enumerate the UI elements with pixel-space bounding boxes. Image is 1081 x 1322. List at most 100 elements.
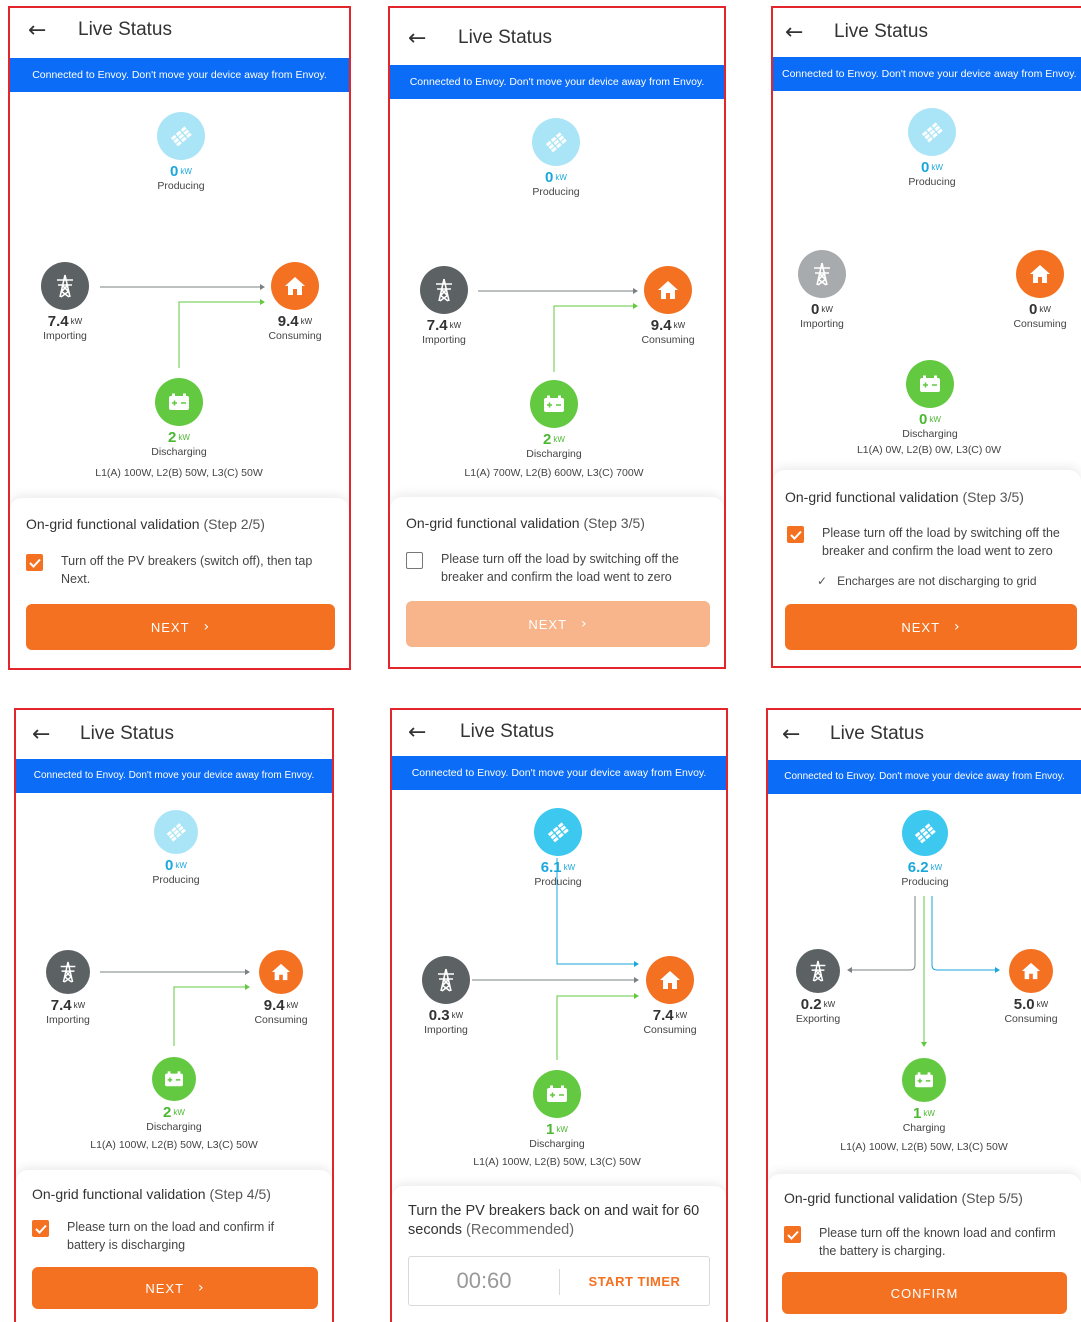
home-node: 9.4 kW Consuming	[608, 266, 724, 347]
card-title: On-grid functional validation (Step 3/5)	[406, 515, 645, 531]
home-icon	[1016, 250, 1064, 298]
grid-node: 0.3 kW Importing	[392, 956, 506, 1037]
home-value: 9.4 kW	[277, 313, 313, 330]
validation-card: On-grid functional validation (Step 4/5)…	[16, 1170, 332, 1322]
home-value: 0 kW	[1029, 301, 1051, 318]
producing-value: 0 kW	[165, 857, 187, 874]
producing-value: 6.2 kW	[907, 859, 943, 876]
next-button[interactable]: NEXT ›	[26, 604, 335, 650]
next-button-disabled[interactable]: NEXT ›	[406, 601, 710, 647]
battery-icon	[906, 360, 954, 408]
phase-readout: L1(A) 700W, L2(B) 600W, L3(C) 700W	[464, 467, 644, 479]
producing-value: 6.1 kW	[540, 859, 576, 876]
solar-panel-icon	[902, 810, 948, 856]
checkbox-unchecked-icon[interactable]	[406, 552, 423, 569]
phase-readout: L1(A) 100W, L2(B) 50W, L3(C) 50W	[473, 1156, 641, 1168]
back-arrow-icon[interactable]: ←	[408, 28, 426, 50]
start-timer-button[interactable]: START TIMER	[560, 1274, 709, 1289]
battery-node: 1 kW Charging	[864, 1058, 984, 1135]
home-value: 5.0 kW	[1013, 996, 1049, 1013]
power-tower-icon	[420, 266, 468, 314]
battery-value: 1 kW	[913, 1105, 935, 1122]
battery-node: 2 kW Discharging	[494, 380, 614, 461]
next-button[interactable]: NEXT ›	[785, 604, 1077, 650]
home-icon	[259, 950, 303, 994]
solar-panel-icon	[534, 808, 582, 856]
validation-card: On-grid functional validation (Step 5/5)…	[768, 1174, 1081, 1322]
timer-card: Turn the PV breakers back on and wait fo…	[392, 1186, 726, 1322]
grid-node: 7.4 kW Importing	[390, 266, 504, 347]
back-arrow-icon[interactable]: ←	[28, 20, 46, 42]
solar-panel-icon	[532, 118, 580, 166]
timer-value: 00:60	[456, 1268, 512, 1293]
page-title: Live Status	[78, 19, 172, 40]
connection-banner: Connected to Envoy. Don't move your devi…	[773, 57, 1081, 91]
checkbox-checked-icon[interactable]	[32, 1220, 49, 1237]
check-row[interactable]: Please turn off the load by switching of…	[787, 524, 1069, 560]
check-row[interactable]: Please turn on the load and confirm if b…	[32, 1218, 314, 1254]
card-heading: Turn the PV breakers back on and wait fo…	[408, 1203, 700, 1238]
home-label: Consuming	[268, 330, 322, 342]
home-node: 5.0 kW Consuming	[971, 949, 1081, 1026]
home-node: 9.4 kW Consuming	[221, 950, 332, 1027]
grid-label: Importing	[43, 330, 87, 342]
chevron-right-icon: ›	[198, 1280, 205, 1296]
checkbox-checked-icon[interactable]	[784, 1226, 801, 1243]
app-bar: ← Live Status	[10, 8, 349, 56]
battery-node: 2 kW Discharging	[114, 1057, 234, 1134]
home-node: 0 kW Consuming	[980, 250, 1081, 331]
checkbox-checked-icon[interactable]	[26, 554, 43, 571]
producing-label: Producing	[532, 186, 580, 198]
grid-node: 7.4 kW Importing	[16, 950, 128, 1027]
page-title: Live Status	[460, 721, 554, 742]
home-value: 9.4 kW	[650, 317, 686, 334]
card-title: On-grid functional validation (Step 4/5)	[32, 1186, 271, 1202]
check-row[interactable]: Please turn off the load by switching of…	[406, 550, 710, 586]
screen-step-3-b: ← Live Status Connected to Envoy. Don't …	[771, 6, 1081, 668]
back-arrow-icon[interactable]: ←	[32, 724, 50, 746]
back-arrow-icon[interactable]: ←	[408, 722, 426, 744]
battery-label: Discharging	[151, 446, 207, 458]
battery-icon	[152, 1057, 196, 1101]
check-text: Please turn on the load and confirm if b…	[67, 1220, 275, 1252]
grid-label: Importing	[46, 1014, 90, 1026]
solar-panel-icon	[154, 810, 198, 854]
connection-banner: Connected to Envoy. Don't move your devi…	[392, 756, 726, 790]
battery-icon	[155, 378, 203, 426]
card-title: On-grid functional validation (Step 5/5)	[784, 1190, 1023, 1206]
home-icon	[271, 262, 319, 310]
grid-label: Exporting	[795, 1013, 841, 1025]
chevron-right-icon: ›	[203, 619, 211, 635]
grid-value: 7.4 kW	[426, 317, 462, 334]
solar-node: 0 kW Producing	[121, 112, 241, 193]
grid-node: 7.4 kW Importing	[10, 262, 125, 343]
screen-step-3-a: ← Live Status Connected to Envoy. Don't …	[388, 6, 726, 669]
grid-value: 0.2 kW	[800, 996, 836, 1013]
phase-readout: L1(A) 0W, L2(B) 0W, L3(C) 0W	[856, 444, 1002, 456]
home-label: Consuming	[1013, 318, 1067, 330]
phase-readout: L1(A) 100W, L2(B) 50W, L3(C) 50W	[840, 1141, 1008, 1153]
confirm-button[interactable]: CONFIRM	[782, 1272, 1067, 1314]
home-icon	[644, 266, 692, 314]
page-title: Live Status	[80, 723, 174, 744]
battery-label: Discharging	[529, 1138, 585, 1150]
back-arrow-icon[interactable]: ←	[785, 22, 803, 44]
producing-label: Producing	[908, 176, 956, 188]
card-title: On-grid functional validation (Step 3/5)	[785, 489, 1024, 505]
next-button[interactable]: NEXT ›	[32, 1267, 318, 1309]
back-arrow-icon[interactable]: ←	[782, 724, 800, 746]
home-value: 7.4 kW	[652, 1007, 688, 1024]
battery-label: Discharging	[902, 428, 958, 440]
connection-banner: Connected to Envoy. Don't move your devi…	[16, 759, 332, 793]
check-row[interactable]: Please turn off the known load and confi…	[784, 1224, 1063, 1260]
battery-icon	[533, 1070, 581, 1118]
grid-node: 0 kW Importing	[773, 250, 882, 331]
checkbox-checked-icon[interactable]	[787, 526, 804, 543]
power-tower-icon	[41, 262, 89, 310]
home-icon	[1009, 949, 1053, 993]
check-row[interactable]: Turn off the PV breakers (switch off), t…	[26, 552, 335, 588]
connection-banner: Connected to Envoy. Don't move your devi…	[10, 58, 349, 92]
grid-value: 7.4 kW	[50, 997, 86, 1014]
solar-node: 0 kW Producing	[872, 108, 992, 189]
producing-label: Producing	[157, 180, 205, 192]
